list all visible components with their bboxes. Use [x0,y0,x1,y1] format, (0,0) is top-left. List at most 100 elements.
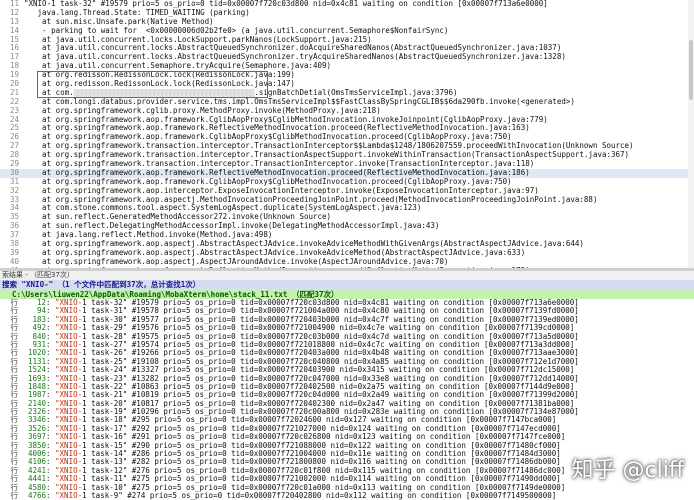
line-number: 28 [9,151,19,160]
line-text-part: at java.util.concurrent.locks.LockSuppor… [24,35,372,44]
line-number: 17 [9,53,19,62]
editor-line[interactable]: 19 at org.redisson.RedissonLock.lock(Red… [0,71,694,80]
line-text: at org.springframework.aop.aspectj.Abstr… [24,249,525,258]
line-text: "XNIO-1 task-32" #19579 prio=5 os_prio=0… [24,0,548,9]
line-text-part: at org.springframework.aop.framework.Cgl… [24,177,512,186]
line-text: at org.springframework.aop.framework.Ref… [24,124,530,133]
line-number: 13 [9,17,19,26]
editor-line[interactable]: 31 at org.springframework.aop.framework.… [0,178,694,187]
line-text-part: at com.stone.commons.tool.aspect.SystemL… [24,204,422,213]
editor-line[interactable]: 11 "XNIO-1 task-32" #19579 prio=5 os_prio… [0,0,694,9]
editor-line[interactable]: 30 at org.springframework.aop.framework.… [0,168,694,178]
editor-line[interactable]: 35 at sun.reflect.GeneratedMethodAccesso… [0,213,694,222]
editor-line[interactable]: 17 at java.util.concurrent.locks.Abstrac… [0,53,694,62]
editor-line[interactable]: 21 at com.▒▒▒▒▒▒▒▒▒▒▒▒▒▒▒▒▒▒▒▒▒▒▒▒▒▒▒▒▒▒… [0,89,694,98]
line-text-part: at com.longi.databus.provider.service.tm… [24,97,575,106]
line-number: 32 [9,186,19,195]
line-text-part: at org.springframework.aop.framework.Cgl… [24,115,548,124]
editor-line[interactable]: 24 at org.springframework.aop.framework.… [0,116,694,125]
line-text-part: at sun.misc.Unsafe.park(Native Method) [24,17,214,26]
line-number: 11 [9,0,19,8]
line-number: 34 [9,204,19,213]
editor-line[interactable]: 28 at org.springframework.transaction.in… [0,151,694,160]
line-number: 30 [9,168,19,177]
line-text-part: at org.springframework.aop.framework.Ref… [24,124,530,133]
line-text-part: at org.springframework.aop.framework.Ref… [24,168,530,177]
line-text: at com.stone.commons.tool.aspect.SystemL… [24,204,421,213]
line-text-part: at com. [24,88,74,97]
editor-line[interactable]: 32 at org.springframework.aop.intercepto… [0,187,694,196]
line-text-part: at org.springframework.aop.interceptor.E… [24,186,539,195]
line-number: 16 [9,44,19,53]
editor-line[interactable]: 25 at org.springframework.aop.framework.… [0,124,694,133]
editor-line[interactable]: 37 at java.lang.reflect.Method.invoke(Me… [0,231,694,240]
editor-line[interactable]: 15 at java.util.concurrent.locks.LockSup… [0,36,694,45]
line-text: at com.▒▒▒▒▒▒▒▒▒▒▒▒▒▒▒▒▒▒▒▒▒▒▒▒▒▒▒▒▒▒▒▒▒… [24,89,458,98]
editor-line[interactable]: 29 at org.springframework.transaction.in… [0,160,694,169]
editor-line[interactable]: 36 at sun.reflect.DelegatingMethodAccess… [0,222,694,231]
line-text: at java.lang.reflect.Method.invoke(Metho… [24,231,272,240]
redacted-text: ▒▒▒▒▒▒▒▒▒▒▒▒▒▒▒▒▒▒▒▒▒▒▒▒▒▒▒▒▒▒▒▒▒▒▒▒▒▒▒▒… [73,88,255,97]
find-results-title: 索结果 - （匹配37次） [0,271,694,280]
line-text: at org.springframework.transaction.inter… [24,142,634,151]
line-text: at org.springframework.transaction.inter… [24,160,534,169]
line-text-part: at org.springframework.aop.aspectj.Abstr… [24,248,526,257]
line-text-part: at java.lang.reflect.Method.invoke(Metho… [24,231,273,240]
editor-line[interactable]: 22 at com.longi.databus.provider.service… [0,98,694,107]
editor-line[interactable]: 18 at java.util.concurrent.Semaphore.try… [0,62,694,71]
watermark: 知乎 @cliff [571,458,684,483]
line-number: 19 [9,71,19,80]
line-text-part: at java.util.concurrent.locks.AbstractQu… [24,44,562,53]
line-text-part: at org.springframework.aop.framework.Cgl… [24,133,512,142]
line-text-part: at org.redisson.RedissonLock.lock(Rediss… [24,80,295,89]
editor-line[interactable]: 26 at org.springframework.aop.framework.… [0,133,694,142]
line-text: at org.springframework.aop.aspectj.Abstr… [24,240,584,249]
editor-line[interactable]: 33 at org.springframework.aop.aspectj.Me… [0,196,694,205]
line-number: 40 [9,257,19,266]
editor-line[interactable]: 27 at org.springframework.transaction.in… [0,142,694,151]
line-text-part: at org.redisson.RedissonLock.lock(Rediss… [24,71,295,80]
line-number: 12 [9,8,19,17]
line-number: 35 [9,213,19,222]
editor-pane[interactable]: 11 "XNIO-1 task-32" #19579 prio=5 os_prio… [0,0,694,268]
scrollbar-thumb[interactable] [689,40,693,100]
line-text-part: at java.util.concurrent.Semaphore.tryAcq… [24,62,332,71]
line-number: 20 [9,80,19,89]
line-number: 37 [9,231,19,240]
line-text: at sun.reflect.GeneratedMethodAccessor27… [24,213,331,222]
line-text: at sun.misc.Unsafe.park(Native Method) [24,18,214,27]
editor-line[interactable]: 12 java.lang.Thread.State: TIMED_WAITING… [0,9,694,18]
line-text: at org.springframework.cglib.proxy.Metho… [24,107,381,116]
line-number: 22 [9,97,19,106]
line-text: at org.springframework.aop.interceptor.E… [24,187,539,196]
editor-line[interactable]: 13 at sun.misc.Unsafe.park(Native Method… [0,18,694,27]
line-text: at org.springframework.aop.framework.Ref… [24,169,530,178]
editor-line[interactable]: 14 - parking to wait for <0x00000006d02b… [0,27,694,36]
line-text: at java.util.concurrent.locks.AbstractQu… [24,44,561,53]
line-number: 29 [9,160,19,169]
editor-line[interactable]: 16 at java.util.concurrent.locks.Abstrac… [0,44,694,53]
editor-line[interactable]: 38 at org.springframework.aop.aspectj.Ab… [0,240,694,249]
line-text: at org.springframework.aop.aspectj.Metho… [24,196,597,205]
line-text: at org.springframework.aop.aspectj.Aspec… [24,258,448,267]
line-text-part: at org.springframework.transaction.inter… [24,160,535,169]
line-text: at org.redisson.RedissonLock.lock(Rediss… [24,71,295,80]
line-number: 33 [9,195,19,204]
line-text: at sun.reflect.DelegatingMethodAccessorI… [24,222,439,231]
line-number: 14 [9,26,19,35]
search-summary[interactable]: 搜索 "XNIO-" （1 个文件中匹配到37次，总计查找1次） [0,280,694,290]
editor-line[interactable]: 23 at org.springframework.cglib.proxy.Me… [0,107,694,116]
line-text-part: at java.util.concurrent.locks.AbstractQu… [24,53,566,62]
editor-line[interactable]: 39 at org.springframework.aop.aspectj.Ab… [0,249,694,258]
editor-scrollbar[interactable] [688,0,694,268]
line-text-part: at org.springframework.aop.aspectj.Abstr… [24,240,584,249]
line-number: 36 [9,222,19,231]
line-text-part: java.lang.Thread.State: TIMED_WAITING (p… [24,8,250,17]
line-text-part: - parking to wait for <0x00000006d02b2fe… [24,26,449,35]
editor-line[interactable]: 20 at org.redisson.RedissonLock.lock(Red… [0,80,694,89]
line-text-part: at sun.reflect.GeneratedMethodAccessor27… [24,213,332,222]
line-number: 25 [9,124,19,133]
editor-line[interactable]: 34 at com.stone.commons.tool.aspect.Syst… [0,204,694,213]
line-number: 38 [9,240,19,249]
editor-line[interactable]: 40 at org.springframework.aop.aspectj.As… [0,258,694,267]
